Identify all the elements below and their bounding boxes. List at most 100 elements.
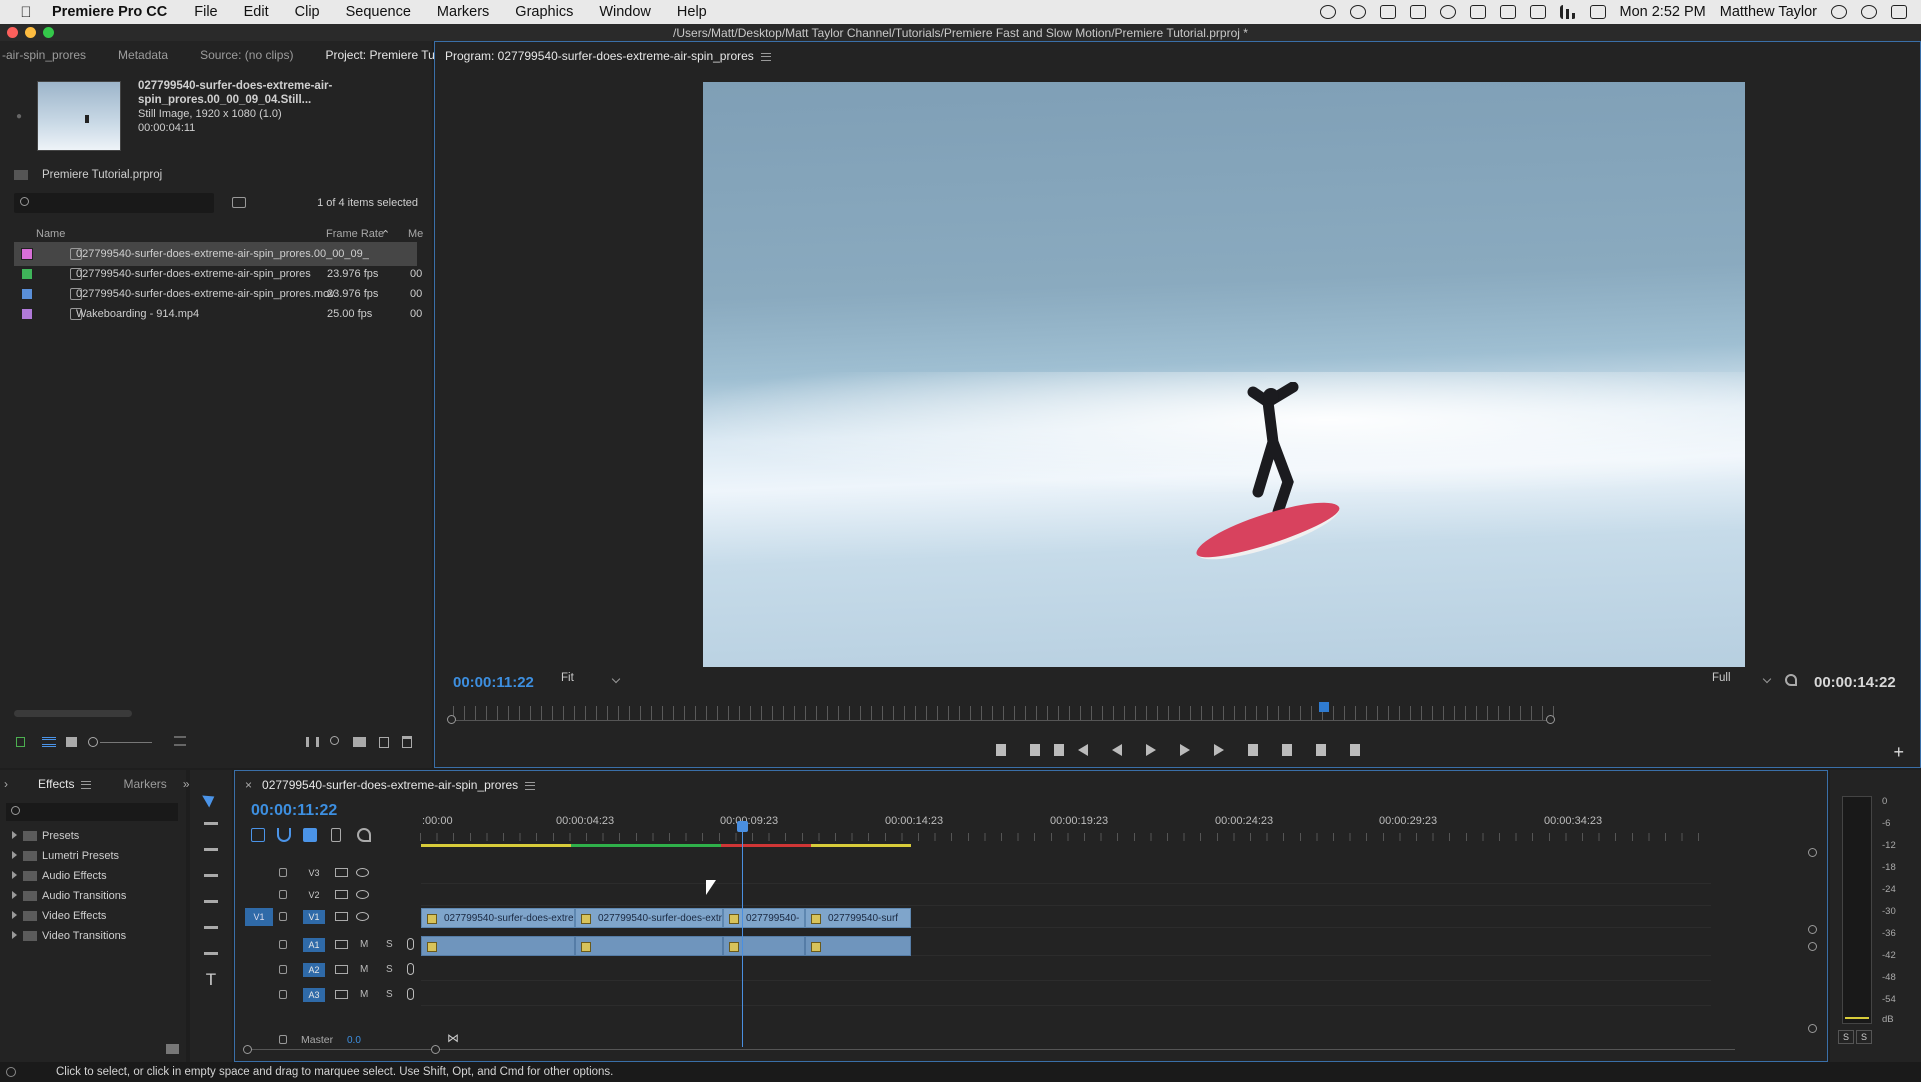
nest-sequence-icon[interactable] [251, 828, 265, 842]
network-icon[interactable] [1469, 5, 1486, 19]
menu-help[interactable]: Help [677, 4, 707, 20]
clock[interactable]: Mon 2:52 PM [1620, 4, 1706, 20]
add-marker-button[interactable] [993, 743, 1009, 757]
panel-menu-icon[interactable] [760, 52, 771, 61]
sync-lock-icon[interactable] [335, 965, 348, 974]
tab-program[interactable]: Program: 027799540-surfer-does-extreme-a… [435, 49, 787, 63]
extract-button[interactable] [1279, 743, 1295, 757]
play-button[interactable] [1143, 743, 1159, 757]
clip-thumbnail[interactable] [37, 81, 121, 151]
malwarebytes-icon[interactable] [1379, 5, 1396, 19]
program-video-frame[interactable] [703, 82, 1745, 667]
timeline-settings-wrench-icon[interactable] [357, 828, 371, 842]
mark-out-button[interactable] [1051, 743, 1064, 757]
code-icon[interactable] [1529, 5, 1546, 19]
app-menu[interactable]: Premiere Pro CC [52, 4, 167, 20]
solo-left-button[interactable]: S [1838, 1030, 1854, 1044]
tab-sequence[interactable]: 027799540-surfer-does-extreme-air-spin_p… [252, 778, 551, 792]
effects-folder-audio-transitions[interactable]: Audio Transitions [12, 890, 126, 902]
track-lane-v1[interactable]: 027799540-surfer-does-extre 027799540-su… [421, 906, 1711, 928]
type-tool[interactable]: T [202, 971, 220, 989]
expand-icon[interactable] [12, 891, 17, 899]
button-editor-add-icon[interactable]: + [1893, 742, 1904, 763]
hand-tool[interactable] [202, 945, 220, 963]
program-zoom-end-handle[interactable] [1546, 715, 1555, 724]
timeline-scroll-end-handle[interactable] [431, 1045, 440, 1054]
solo-track-button[interactable]: S [386, 939, 393, 950]
video-clip[interactable]: 027799540- [723, 908, 805, 928]
track-lane-a3[interactable] [421, 984, 1711, 1006]
timeline-ruler[interactable]: :00:00 00:00:04:23 00:00:09:23 00:00:14:… [420, 815, 1710, 845]
menu-markers[interactable]: Markers [437, 4, 489, 20]
sync-lock-icon[interactable] [335, 890, 348, 899]
tab-source-clip[interactable]: -air-spin_prores [0, 48, 102, 62]
menu-graphics[interactable]: Graphics [515, 4, 573, 20]
program-current-timecode[interactable]: 00:00:11:22 [453, 674, 534, 691]
voice-over-record-icon[interactable] [407, 938, 414, 950]
effects-folder-presets[interactable]: Presets [12, 830, 79, 842]
track-select-tool[interactable] [202, 815, 220, 833]
label-color-chip[interactable] [21, 288, 33, 300]
expand-icon[interactable] [12, 831, 17, 839]
program-time-ruler[interactable] [453, 706, 1563, 720]
time-machine-icon[interactable] [1439, 5, 1456, 19]
vertical-scroll-handle[interactable] [1808, 1024, 1817, 1033]
label-color-chip[interactable] [21, 268, 33, 280]
panel-menu-icon[interactable] [81, 780, 92, 789]
column-media[interactable]: Me [408, 228, 423, 240]
new-bin-icon[interactable] [353, 737, 366, 747]
lock-track-icon[interactable] [279, 912, 287, 921]
video-clip[interactable]: 027799540-surfer-does-extr [575, 908, 723, 928]
go-to-in-button[interactable] [1075, 743, 1091, 757]
mute-track-button[interactable]: M [360, 989, 368, 1000]
track-label[interactable]: V1 [303, 910, 325, 924]
mute-track-button[interactable]: M [360, 964, 368, 975]
ripple-edit-tool[interactable] [202, 841, 220, 859]
audio-clip[interactable] [723, 936, 805, 956]
track-label[interactable]: A1 [303, 938, 325, 952]
menu-sequence[interactable]: Sequence [346, 4, 411, 20]
lock-track-icon[interactable] [279, 990, 287, 999]
battery-icon[interactable] [1499, 5, 1516, 19]
lock-track-icon[interactable] [279, 890, 287, 899]
project-item[interactable]: Wakeboarding - 914.mp4 25.00 fps 00 [14, 302, 422, 326]
find-icon[interactable] [330, 736, 339, 745]
lift-button[interactable] [1245, 743, 1261, 757]
menu-clip[interactable]: Clip [295, 4, 320, 20]
timeline-scroll-start-handle[interactable] [243, 1045, 252, 1054]
tab-markers[interactable]: Markers [107, 777, 182, 791]
zoom-slider-knob[interactable] [88, 737, 98, 747]
track-label[interactable]: A3 [303, 988, 325, 1002]
solo-track-button[interactable]: S [386, 964, 393, 975]
add-marker-icon[interactable] [331, 828, 341, 842]
voice-over-record-icon[interactable] [407, 963, 414, 975]
expand-icon[interactable] [12, 851, 17, 859]
record-icon[interactable] [1319, 5, 1336, 19]
panel-menu-icon[interactable] [525, 781, 536, 790]
menu-window[interactable]: Window [599, 4, 651, 20]
tab-source[interactable]: Source: (no clips) [184, 48, 309, 62]
label-color-chip[interactable] [21, 308, 33, 320]
status-indicator-icon[interactable] [6, 1067, 16, 1077]
expand-icon[interactable] [12, 911, 17, 919]
menu-edit[interactable]: Edit [244, 4, 269, 20]
zoom-level-dropdown[interactable]: Fit [561, 672, 621, 690]
user-name[interactable]: Matthew Taylor [1720, 4, 1817, 20]
track-lane-v2[interactable] [421, 884, 1711, 906]
notification-icon[interactable] [1409, 5, 1426, 19]
video-clip[interactable]: 027799540-surfer-does-extre [421, 908, 575, 928]
automate-to-sequence-icon[interactable] [306, 737, 319, 747]
menu-file[interactable]: File [194, 4, 217, 20]
lock-track-icon[interactable] [279, 940, 287, 949]
solo-track-button[interactable]: S [386, 989, 393, 1000]
expand-icon[interactable] [12, 931, 17, 939]
new-item-icon[interactable] [379, 737, 389, 748]
razor-tool[interactable] [202, 867, 220, 885]
effects-folder-video-effects[interactable]: Video Effects [12, 910, 106, 922]
mark-in-button[interactable] [1027, 743, 1040, 757]
audio-clip[interactable] [421, 936, 575, 956]
compare-view-button[interactable] [1347, 743, 1363, 757]
new-bin-from-search-icon[interactable] [232, 197, 246, 208]
sync-lock-icon[interactable] [335, 940, 348, 949]
sort-ascending-icon[interactable]: ⌃ [381, 228, 390, 241]
